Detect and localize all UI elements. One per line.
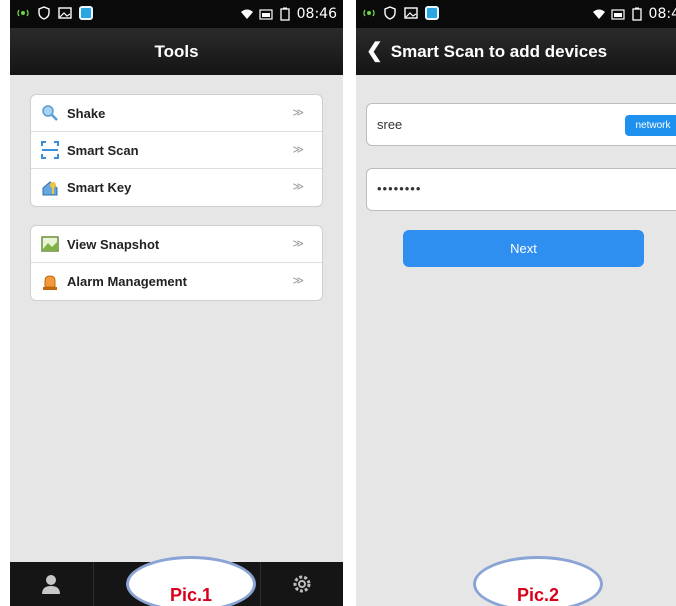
page-title: Tools xyxy=(154,42,199,61)
password-value: •••••••• xyxy=(377,181,422,196)
chevron-right-icon: ≫ xyxy=(292,181,304,193)
battery-icon xyxy=(279,7,290,21)
back-nav[interactable]: ❮ Smart Scan to add devices xyxy=(366,28,607,75)
chevron-right-icon: ≫ xyxy=(292,238,304,250)
scan-icon xyxy=(41,141,59,159)
wifi-password-field[interactable]: •••••••• xyxy=(366,168,676,211)
tools-group-1: Shake ≫ Smart Scan ≫ Smart Key ≫ xyxy=(30,94,323,207)
wifi-icon xyxy=(592,9,605,19)
menu-item-label: Shake xyxy=(67,105,106,121)
status-right: 08:4 xyxy=(592,6,676,22)
status-right: 08:46 xyxy=(240,6,337,22)
tab-settings[interactable] xyxy=(261,562,344,606)
pic2-caption-bubble: Pic.2 xyxy=(473,556,603,606)
menu-item-smart-key[interactable]: Smart Key ≫ xyxy=(31,169,322,206)
pic2-caption: Pic.2 xyxy=(516,585,560,605)
menu-item-alarm-management[interactable]: Alarm Management ≫ xyxy=(31,263,322,300)
app-notification-icon xyxy=(425,6,439,20)
title-bar: Tools xyxy=(10,28,343,75)
chevron-right-icon: ≫ xyxy=(292,107,304,119)
battery-icon xyxy=(631,7,642,21)
menu-item-label: Smart Scan xyxy=(67,142,139,158)
menu-item-label: View Snapshot xyxy=(67,236,160,252)
wifi-ssid-field[interactable]: sree network xyxy=(366,103,676,146)
signal-icon xyxy=(363,9,375,17)
menu-item-label: Smart Key xyxy=(67,180,132,195)
status-bar: 08:4 xyxy=(356,0,676,28)
network-button[interactable]: network xyxy=(625,115,676,136)
user-icon xyxy=(42,575,61,594)
pic1-caption-bubble: Pic.1 xyxy=(126,556,256,606)
signal-icon xyxy=(17,9,29,17)
key-icon xyxy=(42,180,58,195)
image-icon xyxy=(58,7,72,19)
tools-screen: 08:46 Tools Shake ≫ Smart Scan ≫ Smart K… xyxy=(10,0,343,606)
back-arrow-icon[interactable]: ❮ xyxy=(366,28,383,75)
gear-icon xyxy=(293,575,311,593)
magnifier-icon xyxy=(42,105,58,121)
menu-item-shake[interactable]: Shake ≫ xyxy=(31,95,322,132)
status-time: 08:46 xyxy=(296,6,337,22)
menu-item-view-snapshot[interactable]: View Snapshot ≫ xyxy=(31,226,322,263)
title-bar: ❮ Smart Scan to add devices xyxy=(356,28,676,75)
chevron-right-icon: ≫ xyxy=(292,275,304,287)
shield-icon xyxy=(38,6,50,20)
status-left xyxy=(362,6,439,20)
page-title: Smart Scan to add devices xyxy=(390,42,608,61)
menu-item-smart-scan[interactable]: Smart Scan ≫ xyxy=(31,132,322,169)
pic1-caption: Pic.1 xyxy=(169,585,213,605)
shield-icon xyxy=(384,6,396,20)
status-time: 08:4 xyxy=(648,6,676,22)
chevron-right-icon: ≫ xyxy=(292,144,304,156)
sim-icon xyxy=(610,9,625,20)
menu-item-label: Alarm Management xyxy=(67,274,187,289)
wifi-icon xyxy=(240,9,253,19)
next-button[interactable]: Next xyxy=(403,230,644,267)
status-left xyxy=(16,6,93,20)
sim-icon xyxy=(259,9,273,20)
app-notification-icon xyxy=(79,6,93,20)
picture-icon xyxy=(41,236,59,252)
tab-user[interactable] xyxy=(10,562,94,606)
ssid-value: sree xyxy=(377,117,403,132)
smart-scan-screen: 08:4 ❮ Smart Scan to add devices sree ne… xyxy=(356,0,676,606)
tools-group-2: View Snapshot ≫ Alarm Management ≫ xyxy=(30,225,323,301)
image-icon xyxy=(404,7,418,19)
alarm-icon xyxy=(43,274,57,290)
status-bar: 08:46 xyxy=(10,0,343,28)
